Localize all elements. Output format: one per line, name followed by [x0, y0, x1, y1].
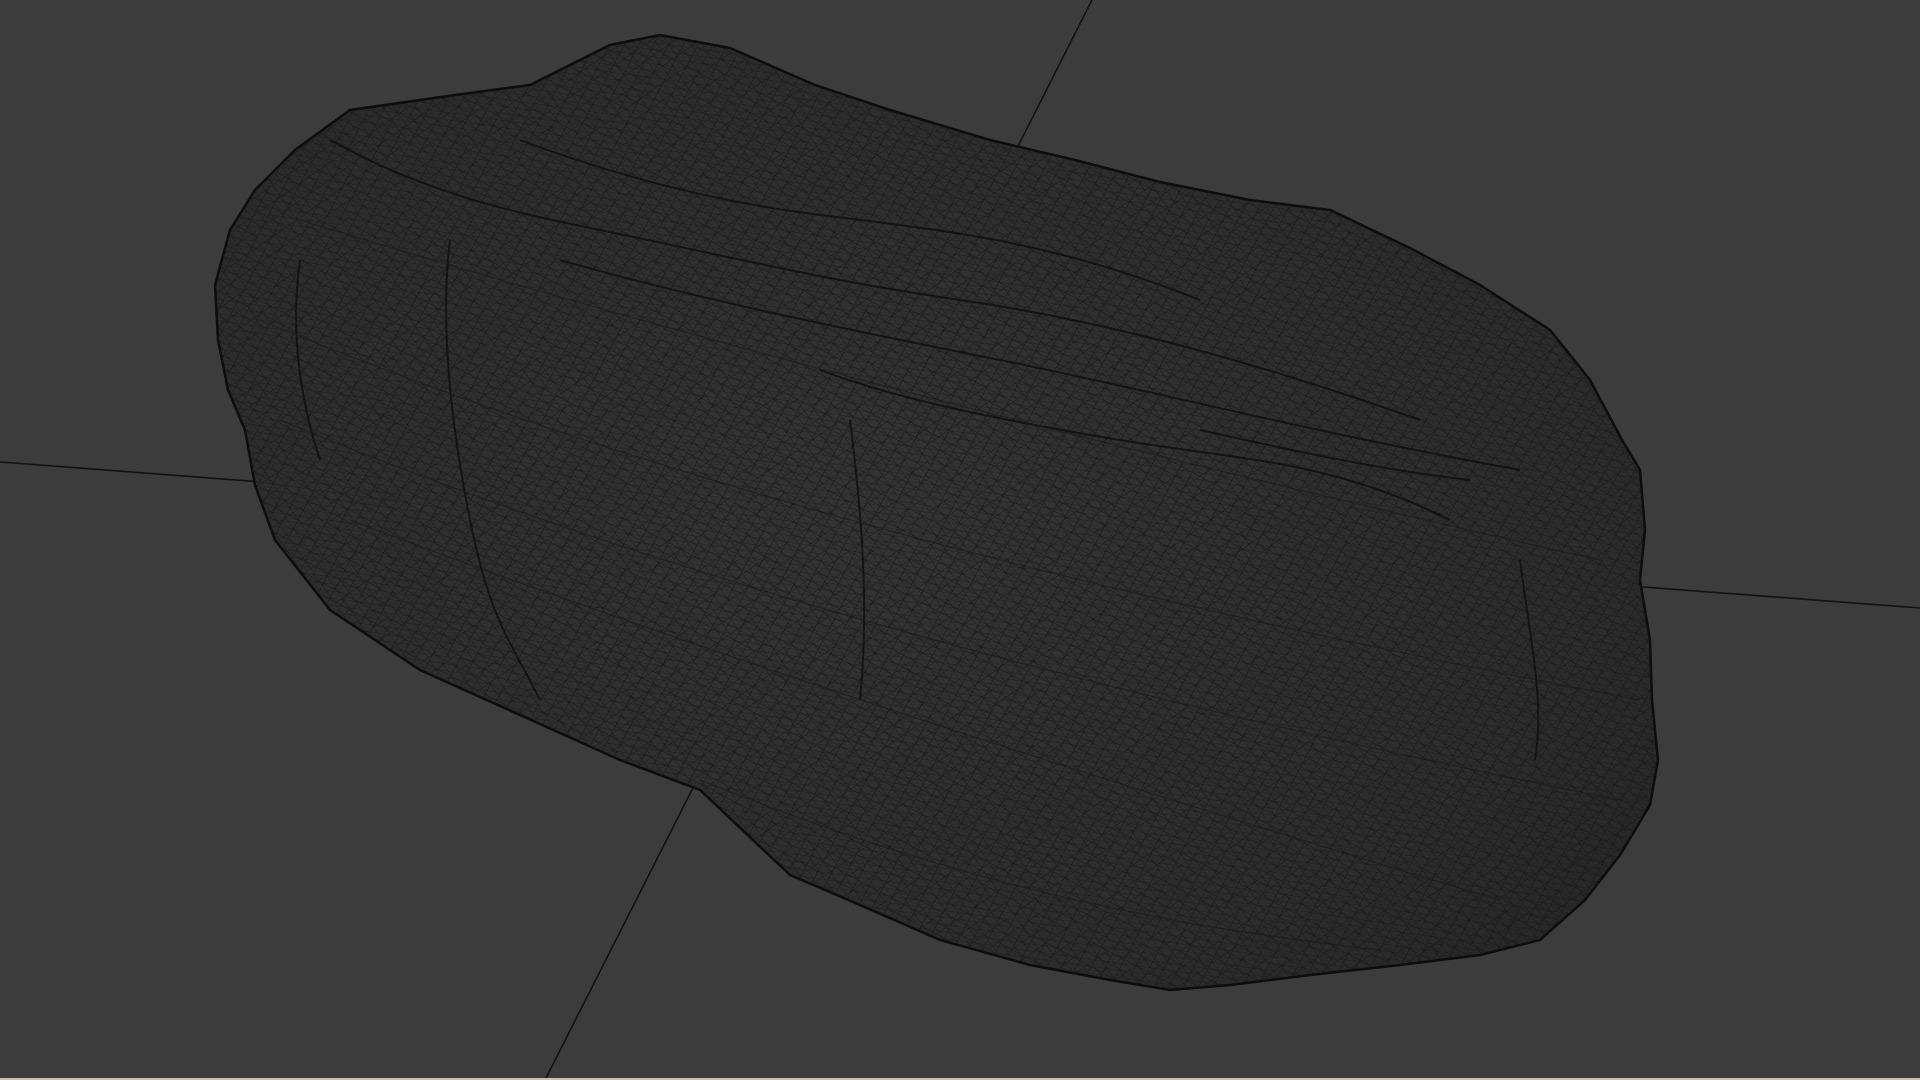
viewport-canvas[interactable] — [0, 0, 1920, 1080]
rock-mesh-wireframe[interactable] — [0, 0, 1920, 1080]
3d-viewport[interactable] — [0, 0, 1920, 1080]
